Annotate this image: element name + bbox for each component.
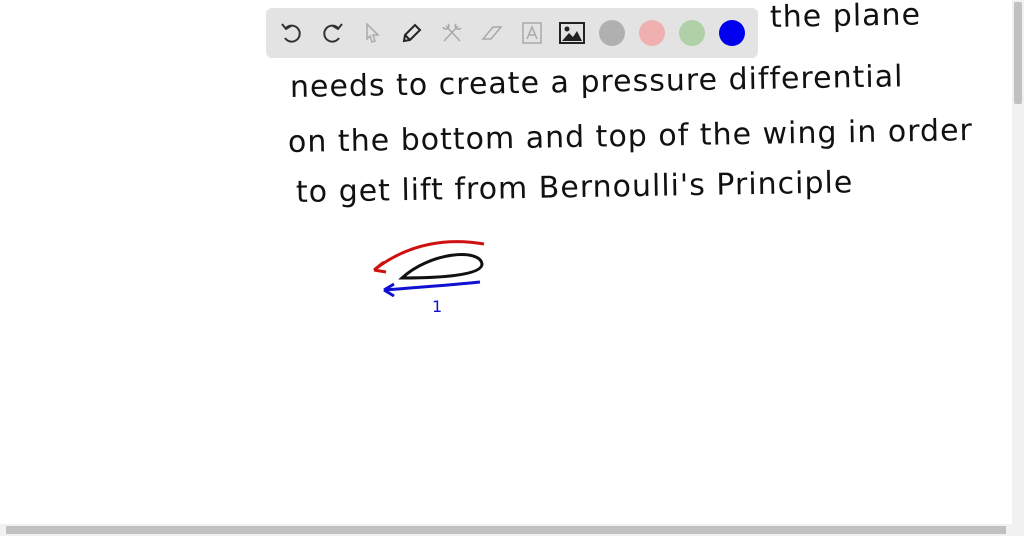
vertical-scroll-thumb[interactable]: [1014, 2, 1022, 104]
lower-airflow-arrow: [383, 280, 481, 298]
note-line-2: needs to create a pressure differential: [289, 59, 904, 105]
airfoil: [398, 253, 484, 280]
eraser-icon[interactable]: [476, 17, 508, 49]
vertical-scrollbar[interactable]: [1012, 0, 1024, 524]
pen-icon[interactable]: [396, 17, 428, 49]
horizontal-scrollbar[interactable]: [0, 524, 1024, 536]
horizontal-scroll-thumb[interactable]: [6, 526, 1006, 534]
color-gray-button[interactable]: [599, 20, 625, 46]
note-line-4: to get lift from Bernoulli's Principle: [295, 165, 854, 210]
color-blue-button[interactable]: [719, 20, 745, 46]
image-icon[interactable]: [556, 17, 588, 49]
undo-icon[interactable]: [276, 17, 308, 49]
select-icon[interactable]: [356, 17, 388, 49]
wing-sketch: 1: [373, 240, 485, 316]
text-icon[interactable]: [516, 17, 548, 49]
note-line-1: the plane: [769, 0, 922, 35]
redo-icon[interactable]: [316, 17, 348, 49]
mark-label: 1: [432, 297, 442, 316]
color-red-button[interactable]: [639, 20, 665, 46]
note-line-3: on the bottom and top of the wing in ord…: [287, 113, 974, 160]
color-green-button[interactable]: [679, 20, 705, 46]
upper-airflow-arrow: [373, 240, 485, 274]
tools-icon[interactable]: [436, 17, 468, 49]
drawing-toolbar: [266, 8, 758, 58]
